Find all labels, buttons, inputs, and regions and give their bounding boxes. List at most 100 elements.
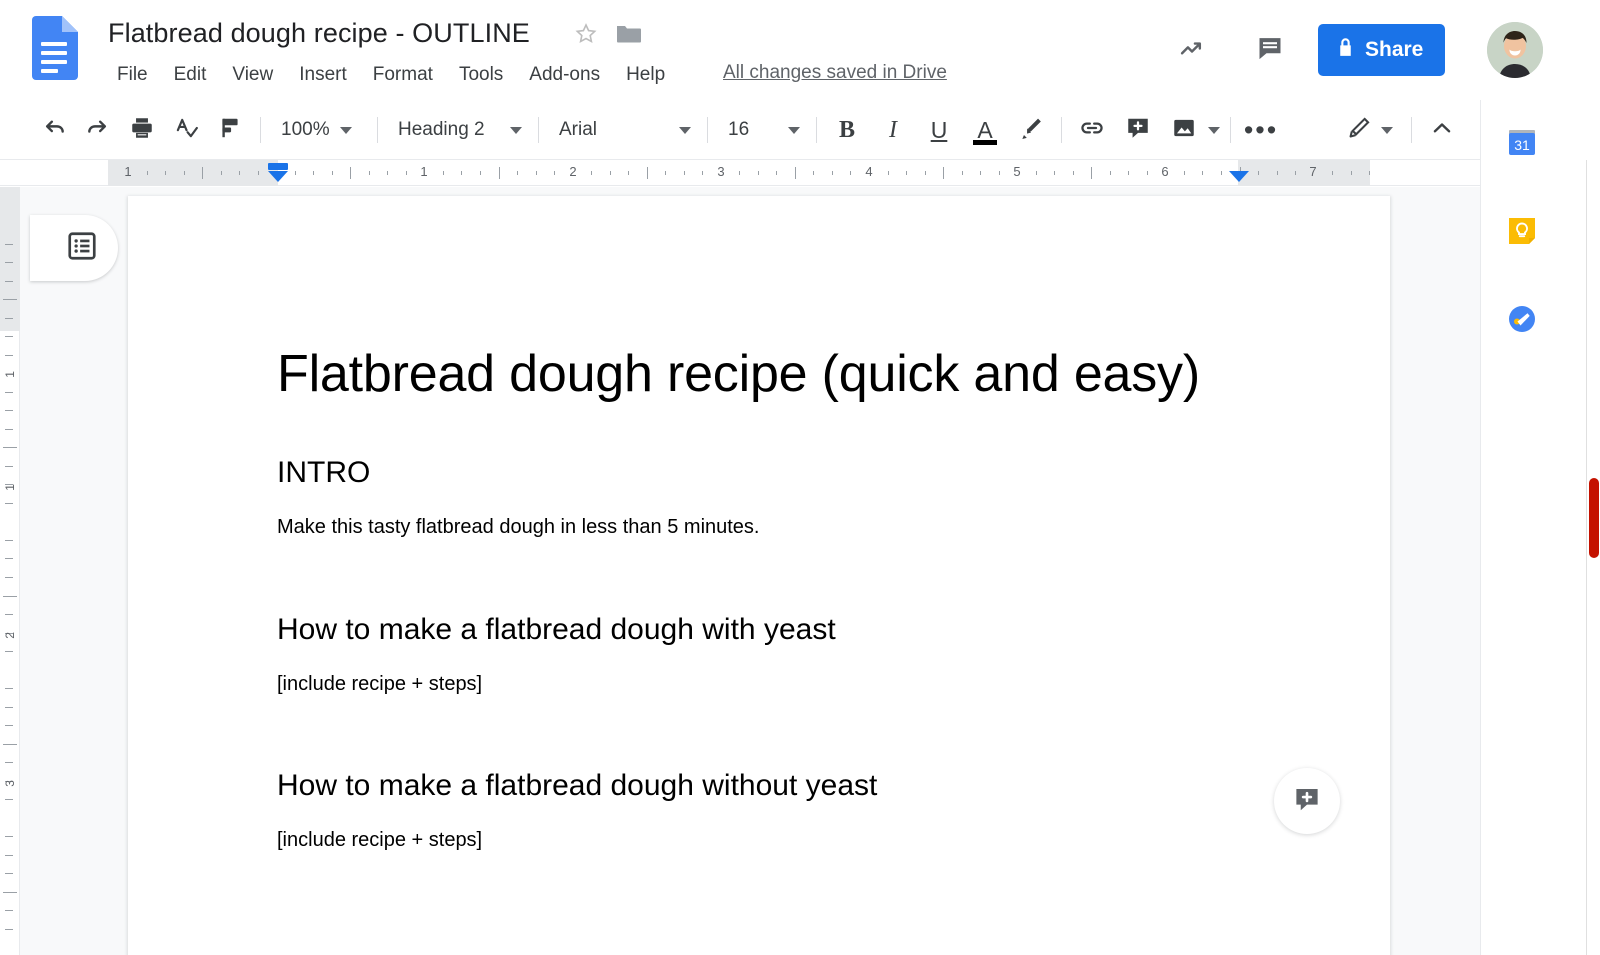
document-title[interactable]: Flatbread dough recipe - OUTLINE <box>108 18 530 49</box>
paragraph-style-dropdown[interactable]: Heading 2 <box>388 112 528 148</box>
ruler-tick <box>943 167 944 179</box>
document-scrollbar-thumb[interactable] <box>1589 478 1599 558</box>
vruler-tick <box>3 596 17 597</box>
vruler-tick <box>3 744 17 745</box>
vruler-tick <box>5 336 13 337</box>
insert-image-button[interactable] <box>1164 110 1204 150</box>
vruler-tick <box>5 355 13 356</box>
collapse-toolbar-button[interactable] <box>1422 110 1462 150</box>
chevron-down-icon[interactable] <box>1381 127 1393 134</box>
save-status-link[interactable]: All changes saved in Drive <box>723 62 947 84</box>
zoom-dropdown[interactable]: 100% <box>271 112 367 148</box>
ruler-tick <box>758 171 759 175</box>
menu-format[interactable]: Format <box>360 62 446 88</box>
vruler-tick <box>5 910 13 911</box>
underline-button[interactable]: U <box>919 110 959 150</box>
right-indent-marker[interactable] <box>1229 171 1249 182</box>
spellcheck-icon <box>173 115 199 146</box>
print-button[interactable] <box>122 110 162 150</box>
document-scrollbar-track[interactable] <box>1587 185 1600 955</box>
menu-insert[interactable]: Insert <box>286 62 360 88</box>
chevron-down-icon <box>510 127 522 134</box>
vruler-tick <box>5 392 13 393</box>
spellcheck-button[interactable] <box>166 110 206 150</box>
menu-edit[interactable]: Edit <box>161 62 220 88</box>
more-horizontal-icon: ••• <box>1244 124 1278 136</box>
document-page[interactable]: Flatbread dough recipe (quick and easy) … <box>128 196 1390 955</box>
google-keep-icon[interactable] <box>1503 212 1541 250</box>
menu-help[interactable]: Help <box>613 62 678 88</box>
star-outline-icon[interactable] <box>574 22 598 46</box>
horizontal-ruler[interactable]: 1 1 2 3 4 5 6 7 <box>0 160 1480 186</box>
doc-heading-with-yeast[interactable]: How to make a flatbread dough with yeast <box>277 613 836 647</box>
toolbar-divider <box>1061 117 1062 143</box>
ruler-tick <box>1258 171 1259 175</box>
share-button[interactable]: Share <box>1318 24 1445 76</box>
highlight-color-button[interactable] <box>1011 110 1051 150</box>
ruler-tick <box>647 167 648 179</box>
insert-image-icon <box>1171 115 1197 146</box>
ruler-number: 1 <box>420 164 427 179</box>
undo-button[interactable] <box>34 110 74 150</box>
undo-icon <box>41 115 67 146</box>
ruler-tick <box>962 171 963 175</box>
doc-heading-intro[interactable]: INTRO <box>277 456 370 490</box>
vertical-ruler[interactable]: 1 1 2 3 <box>0 187 20 955</box>
activity-dashboard-button[interactable] <box>1170 28 1214 72</box>
toolbar-divider <box>816 117 817 143</box>
paint-format-button[interactable] <box>210 110 250 150</box>
menu-view[interactable]: View <box>219 62 286 88</box>
editing-mode-button[interactable] <box>1339 110 1379 150</box>
toolbar-right-group <box>1339 110 1462 150</box>
doc-paragraph-with-yeast[interactable]: [include recipe + steps] <box>277 673 482 696</box>
ruler-tick <box>313 171 314 175</box>
share-button-label: Share <box>1365 38 1423 62</box>
italic-button[interactable]: I <box>873 110 913 150</box>
show-document-outline-button[interactable] <box>30 215 118 281</box>
menu-add-ons[interactable]: Add-ons <box>516 62 613 88</box>
link-icon <box>1079 115 1105 146</box>
ruler-number: 1 <box>124 164 131 179</box>
menu-file[interactable]: File <box>104 62 161 88</box>
ruler-tick <box>202 167 203 179</box>
google-tasks-icon[interactable] <box>1503 300 1541 338</box>
chevron-down-icon[interactable] <box>1208 127 1220 134</box>
comment-history-button[interactable] <box>1248 28 1292 72</box>
font-size-dropdown[interactable]: 16 <box>718 112 806 148</box>
doc-paragraph-intro[interactable]: Make this tasty flatbread dough in less … <box>277 516 760 539</box>
ruler-tick <box>1054 171 1055 175</box>
ruler-tick <box>221 171 222 175</box>
doc-heading-1[interactable]: Flatbread dough recipe (quick and easy) <box>277 344 1200 404</box>
vruler-tick <box>5 707 13 708</box>
left-indent-handle[interactable] <box>268 171 288 182</box>
font-family-dropdown[interactable]: Arial <box>549 112 697 148</box>
font-family-value: Arial <box>559 119 597 141</box>
doc-paragraph-without-yeast[interactable]: [include recipe + steps] <box>277 829 482 852</box>
more-options-button[interactable]: ••• <box>1241 110 1281 150</box>
toolbar-divider <box>1411 117 1412 143</box>
ruler-tick <box>813 171 814 175</box>
chevron-down-icon <box>340 127 352 134</box>
docs-file-icon[interactable] <box>30 16 78 80</box>
user-avatar[interactable] <box>1487 22 1543 78</box>
folder-icon[interactable] <box>616 22 642 46</box>
add-comment-button[interactable] <box>1118 110 1158 150</box>
italic-icon: I <box>889 117 897 144</box>
ruler-number: 5 <box>1013 164 1020 179</box>
google-calendar-icon[interactable]: 31 <box>1503 124 1541 162</box>
add-comment-fab[interactable] <box>1274 768 1340 834</box>
vruler-number: 1 <box>3 371 17 378</box>
bold-button[interactable]: B <box>827 110 867 150</box>
ruler-tick <box>980 171 981 175</box>
redo-button[interactable] <box>78 110 118 150</box>
first-line-indent-handle[interactable] <box>268 163 288 170</box>
ruler-tick <box>906 171 907 175</box>
ruler-tick <box>369 171 370 175</box>
ruler-tick <box>499 167 500 179</box>
ruler-tick <box>684 171 685 175</box>
text-color-button[interactable]: A <box>965 110 1005 150</box>
menu-tools[interactable]: Tools <box>446 62 516 88</box>
doc-heading-without-yeast[interactable]: How to make a flatbread dough without ye… <box>277 769 877 803</box>
insert-link-button[interactable] <box>1072 110 1112 150</box>
add-comment-icon <box>1125 115 1151 146</box>
